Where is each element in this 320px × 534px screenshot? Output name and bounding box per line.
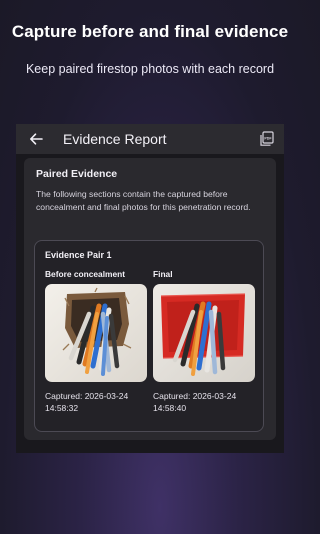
section-description: The following sections contain the captu… — [36, 189, 251, 212]
arrow-left-icon — [30, 133, 43, 145]
pdf-export-button[interactable]: PDF — [256, 128, 276, 150]
final-captured-timestamp: Captured: 2026-03-24 14:58:40 — [153, 391, 237, 413]
promo-subtitle: Keep paired firestop photos with each re… — [25, 62, 275, 76]
page-title: Evidence Report — [63, 131, 167, 147]
pdf-icon-label: PDF — [264, 136, 272, 140]
back-button[interactable] — [26, 129, 46, 149]
before-concealment-label: Before concealment — [45, 269, 126, 279]
phone-screen: Evidence Report PDF Paired Evidence The … — [16, 124, 284, 453]
app-bar: Evidence Report PDF — [16, 124, 284, 154]
final-photo[interactable] — [153, 284, 255, 382]
evidence-pair-title: Evidence Pair 1 — [45, 250, 112, 260]
promo-title: Capture before and final evidence — [11, 22, 289, 41]
before-concealment-photo[interactable] — [45, 284, 147, 382]
pdf-file-icon: PDF — [259, 131, 274, 146]
final-label: Final — [153, 269, 173, 279]
evidence-pair: Evidence Pair 1 Before concealment Final — [34, 240, 264, 432]
paired-evidence-card: Paired Evidence The following sections c… — [24, 158, 276, 440]
section-title: Paired Evidence — [36, 168, 118, 180]
before-captured-timestamp: Captured: 2026-03-24 14:58:32 — [45, 391, 129, 413]
